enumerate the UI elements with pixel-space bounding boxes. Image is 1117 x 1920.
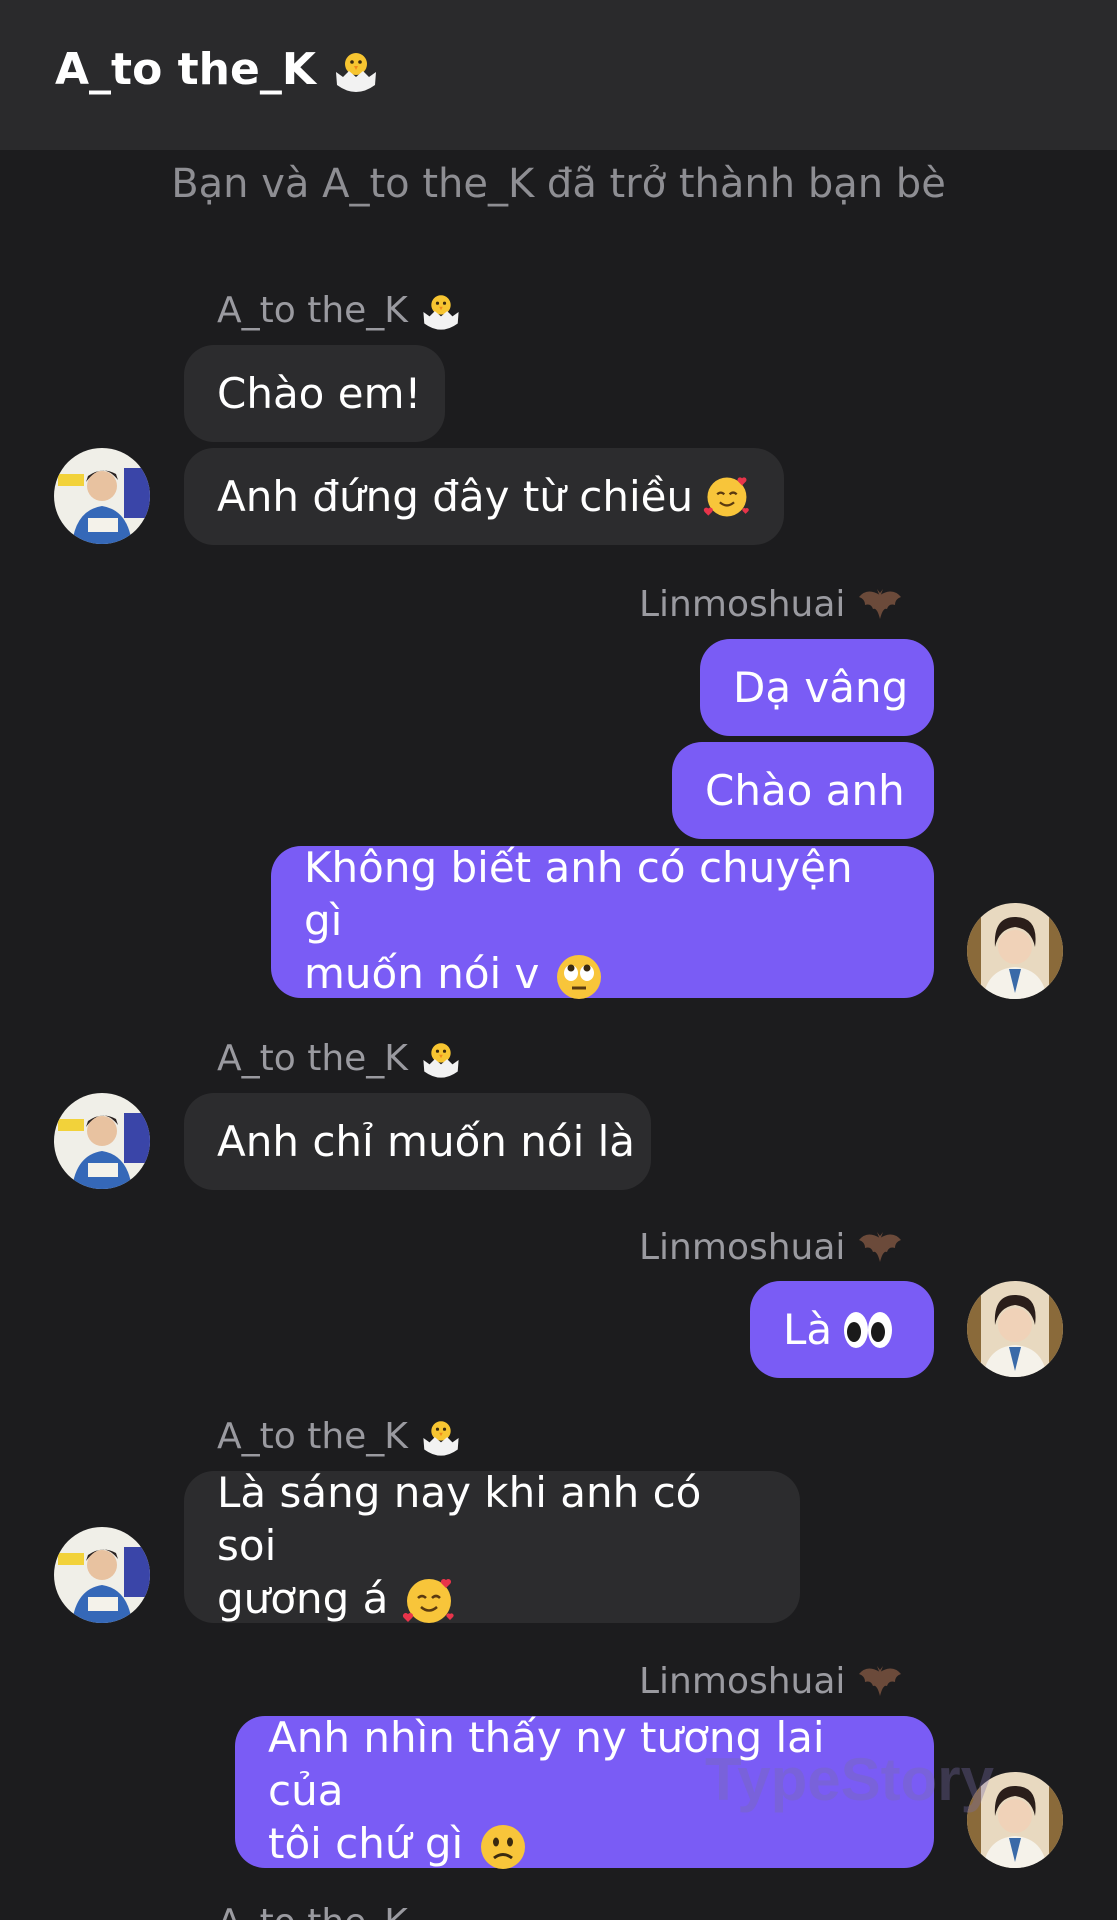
my-avatar[interactable] bbox=[967, 1281, 1063, 1377]
avatar-image bbox=[54, 1093, 150, 1189]
slightly-frowning-face-icon bbox=[480, 1824, 525, 1869]
message-text-line: tôi chứ gì bbox=[268, 1817, 529, 1873]
message-text: muốn nói v bbox=[304, 949, 540, 999]
chat-title[interactable]: A_to the_K bbox=[55, 40, 381, 100]
outgoing-message-bubble[interactable]: Chào anh bbox=[672, 742, 934, 839]
incoming-message-bubble[interactable]: Chào em! bbox=[184, 345, 445, 442]
message-text: Chào anh bbox=[705, 766, 905, 815]
sender-name-text: A_to the_K bbox=[217, 290, 408, 331]
bat-icon bbox=[858, 1666, 901, 1696]
sender-name-text: A_to the_K bbox=[217, 1416, 408, 1457]
bat-icon bbox=[858, 589, 901, 619]
smiling-face-with-hearts-icon bbox=[703, 476, 749, 517]
message-text: Dạ vâng bbox=[733, 663, 909, 712]
outgoing-message-bubble[interactable]: Không biết anh có chuyện gì muốn nói v bbox=[271, 843, 934, 999]
sender-name-text: A_to the_K bbox=[217, 1902, 408, 1920]
eye-roll-face-icon bbox=[556, 954, 601, 999]
hatching-chick-icon bbox=[423, 295, 459, 330]
avatar-image bbox=[54, 1527, 150, 1623]
my-avatar[interactable] bbox=[967, 903, 1063, 999]
contact-avatar[interactable] bbox=[54, 448, 150, 544]
message-text: Chào em! bbox=[217, 369, 422, 418]
sender-name-text: Linmoshuai bbox=[639, 1661, 846, 1702]
avatar-image bbox=[967, 1281, 1063, 1377]
hatching-chick-icon bbox=[423, 1421, 459, 1456]
message-text: Là bbox=[783, 1305, 833, 1354]
avatar-image bbox=[54, 448, 150, 544]
chat-screen: A_to the_K Bạn và A_to the_K đã trở thàn… bbox=[0, 0, 1117, 1920]
bat-icon bbox=[858, 1232, 901, 1262]
message-text-line: gương á bbox=[217, 1572, 456, 1629]
sender-name: A_to the_K bbox=[217, 1034, 463, 1084]
message-text-line: Là sáng nay khi anh có soi bbox=[217, 1467, 702, 1570]
sender-name: Linmoshuai bbox=[639, 1223, 903, 1273]
message-text: Anh đứng đây từ chiều bbox=[217, 472, 694, 521]
sender-name: Linmoshuai bbox=[639, 1657, 903, 1707]
incoming-message-bubble[interactable]: Anh đứng đây từ chiều bbox=[184, 448, 784, 545]
message-text: Anh chỉ muốn nói là bbox=[217, 1117, 635, 1166]
contact-avatar[interactable] bbox=[54, 1093, 150, 1189]
message-text: tôi chứ gì bbox=[268, 1819, 464, 1869]
typestory-watermark: TypeStory bbox=[705, 1746, 994, 1813]
message-text-line: Không biết anh có chuyện gì bbox=[304, 843, 853, 946]
outgoing-message-bubble[interactable]: Dạ vâng bbox=[700, 639, 934, 736]
contact-avatar[interactable] bbox=[54, 1527, 150, 1623]
avatar-image bbox=[967, 903, 1063, 999]
sender-name: A_to the_K bbox=[217, 286, 463, 336]
outgoing-message-bubble[interactable]: Là bbox=[750, 1281, 934, 1378]
eyes-icon bbox=[844, 1311, 893, 1348]
sender-name-text: Linmoshuai bbox=[639, 1227, 846, 1268]
sender-name-partial: A_to the_K bbox=[217, 1898, 408, 1920]
incoming-message-bubble[interactable]: Là sáng nay khi anh có soi gương á bbox=[184, 1468, 800, 1624]
system-message: Bạn và A_to the_K đã trở thành bạn bè bbox=[171, 161, 946, 207]
chat-title-text: A_to the_K bbox=[55, 44, 316, 95]
message-text-line: muốn nói v bbox=[304, 947, 605, 1003]
sender-name-text: Linmoshuai bbox=[639, 584, 846, 625]
smiling-face-with-hearts-icon bbox=[402, 1579, 454, 1624]
chat-header: A_to the_K bbox=[0, 0, 1117, 150]
sender-name: Linmoshuai bbox=[639, 580, 903, 630]
message-text: gương á bbox=[217, 1573, 389, 1623]
sender-name-text: A_to the_K bbox=[217, 1038, 408, 1079]
sender-name: A_to the_K bbox=[217, 1412, 463, 1462]
hatching-chick-icon bbox=[336, 53, 377, 92]
incoming-message-bubble[interactable]: Anh chỉ muốn nói là bbox=[184, 1093, 651, 1190]
hatching-chick-icon bbox=[423, 1043, 459, 1078]
